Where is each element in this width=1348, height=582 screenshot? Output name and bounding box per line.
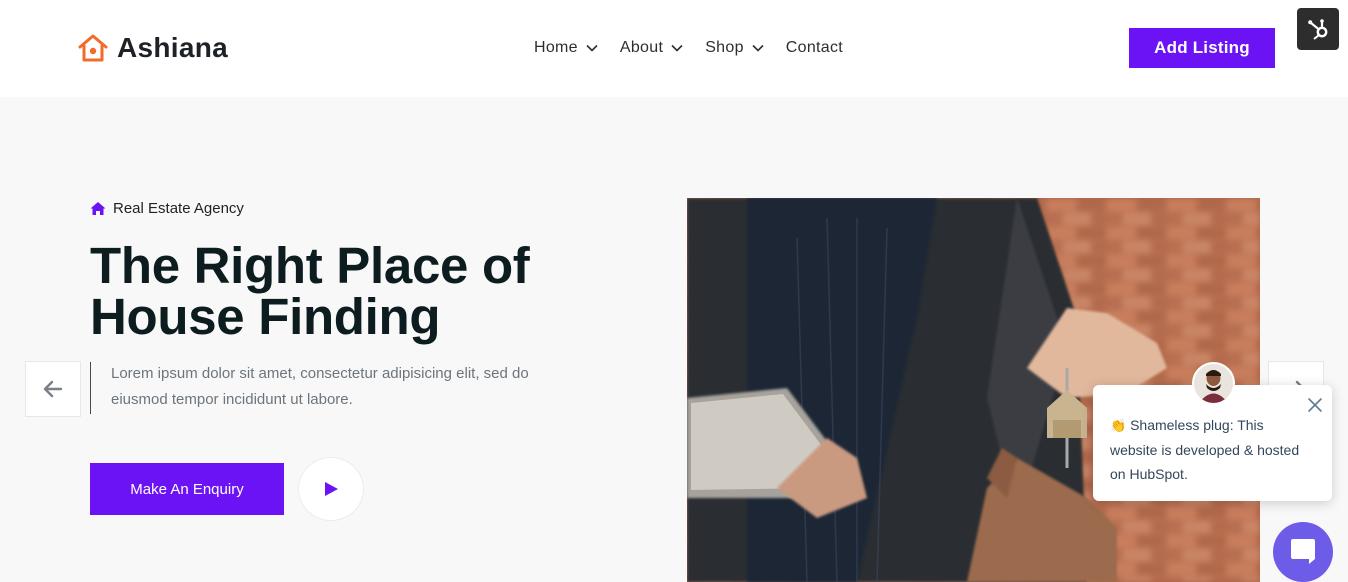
chevron-down-icon [752, 44, 764, 52]
nav-item-contact[interactable]: Contact [786, 39, 843, 57]
chat-launcher-button[interactable] [1273, 522, 1333, 582]
brand-name: Ashiana [117, 32, 229, 63]
main-nav: Home About Shop Contact [534, 36, 843, 60]
nav-item-label: About [619, 39, 664, 56]
avatar-photo [1194, 364, 1233, 403]
play-icon [325, 482, 338, 496]
chat-message-text: Shameless plug: This website is develope… [1110, 417, 1300, 482]
hero-description-block: Lorem ipsum dolor sit amet, consectetur … [90, 362, 560, 414]
nav-item-label: Home [534, 39, 578, 56]
arrow-left-icon [43, 380, 63, 398]
hero-tag-label: Real Estate Agency [113, 200, 244, 217]
nav-item-shop[interactable]: Shop [705, 39, 764, 57]
slider-prev-button[interactable] [25, 361, 81, 417]
nav-item-home[interactable]: Home [534, 39, 598, 57]
hero-title-line1: The Right Place of [90, 237, 530, 294]
hero-title-line2: House Finding [90, 288, 441, 345]
hero-title: The Right Place of House Finding [90, 240, 610, 342]
close-icon[interactable] [1306, 396, 1324, 414]
chevron-down-icon [671, 44, 683, 52]
site-logo[interactable]: Ashiana [77, 32, 228, 64]
chevron-down-icon [586, 44, 598, 52]
chat-message: 👏 Shameless plug: This website is develo… [1110, 413, 1310, 486]
add-listing-button[interactable]: Add Listing [1129, 28, 1275, 68]
chat-agent-avatar [1192, 362, 1235, 405]
nav-item-label: Shop [705, 39, 744, 56]
home-icon [90, 202, 106, 215]
play-video-button[interactable] [298, 457, 364, 521]
chat-bubble-icon [1291, 539, 1315, 564]
hubspot-sprocket-button[interactable] [1297, 8, 1339, 50]
nav-item-label: Contact [785, 39, 844, 56]
nav-item-about[interactable]: About [620, 39, 683, 57]
clapping-hands-icon: 👏 [1110, 418, 1127, 433]
make-enquiry-button[interactable]: Make An Enquiry [90, 463, 284, 515]
site-header: Ashiana Home About Shop Contact Add List… [0, 0, 1348, 97]
hubspot-sprocket-icon [1308, 19, 1328, 40]
hero-tag: Real Estate Agency [90, 200, 244, 217]
house-logo-icon [78, 34, 108, 62]
hero-description: Lorem ipsum dolor sit amet, consectetur … [111, 365, 529, 408]
